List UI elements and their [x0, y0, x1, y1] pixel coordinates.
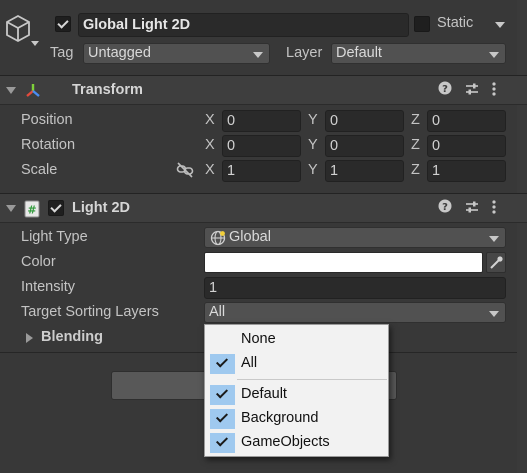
- menu-item-background[interactable]: Background: [205, 407, 388, 431]
- menu-separator: [237, 379, 387, 380]
- layer-label: Layer: [286, 45, 323, 61]
- target-sorting-layers-label: Target Sorting Layers: [21, 304, 159, 320]
- rotation-x-label[interactable]: X: [205, 137, 215, 153]
- rotation-y-field[interactable]: 0: [325, 135, 404, 157]
- script-icon: #: [24, 200, 40, 218]
- constrain-proportions-link-icon[interactable]: [176, 162, 194, 178]
- layer-value: Default: [336, 45, 382, 61]
- light-type-value: Global: [229, 229, 271, 245]
- gameobject-name-field[interactable]: Global Light 2D: [78, 13, 409, 37]
- intensity-field[interactable]: 1: [204, 277, 506, 299]
- scale-x-label[interactable]: X: [205, 162, 215, 178]
- static-label: Static: [437, 15, 474, 31]
- chevron-down-icon: [253, 52, 263, 58]
- scale-z-field[interactable]: 1: [427, 160, 506, 182]
- intensity-label: Intensity: [21, 279, 75, 295]
- menu-item-gameobjects[interactable]: GameObjects: [205, 431, 388, 455]
- icon-dropdown-chevron-icon[interactable]: [31, 41, 39, 46]
- transform-icon: [24, 82, 42, 100]
- checkmark-icon: [57, 17, 69, 29]
- kebab-menu-icon[interactable]: [491, 81, 497, 100]
- rotation-label: Rotation: [21, 137, 76, 153]
- sorting-layers-menu: None All Default Background GameObjects: [204, 324, 389, 457]
- position-y-label[interactable]: Y: [308, 112, 318, 128]
- menu-item-label: Background: [241, 410, 319, 426]
- help-icon[interactable]: ?: [438, 81, 452, 98]
- eyedropper-icon[interactable]: [486, 252, 506, 273]
- light-type-label: Light Type: [21, 229, 88, 245]
- help-icon[interactable]: ?: [438, 199, 452, 216]
- menu-checkmark-icon: [210, 433, 235, 453]
- foldout-expanded-icon[interactable]: [6, 87, 16, 94]
- gameobject-active-checkbox[interactable]: [55, 16, 71, 32]
- position-z-label[interactable]: Z: [411, 112, 420, 128]
- menu-item-label: Default: [241, 386, 287, 402]
- menu-item-all[interactable]: All: [205, 352, 388, 376]
- svg-text:?: ?: [442, 202, 448, 213]
- scale-y-label[interactable]: Y: [308, 162, 318, 178]
- position-x-field[interactable]: 0: [222, 110, 301, 132]
- chevron-down-icon: [489, 52, 499, 58]
- transform-header[interactable]: Transform ?: [0, 75, 527, 105]
- light2d-title: Light 2D: [72, 200, 130, 216]
- target-sorting-layers-dropdown[interactable]: All: [204, 302, 506, 323]
- rotation-y-label[interactable]: Y: [308, 137, 318, 153]
- tag-label: Tag: [50, 45, 74, 61]
- light2d-enabled-checkbox[interactable]: [48, 200, 64, 216]
- static-dropdown-chevron-icon[interactable]: [495, 22, 505, 28]
- chevron-down-icon: [489, 236, 499, 242]
- scale-z-label[interactable]: Z: [411, 162, 420, 178]
- scale-label: Scale: [21, 162, 58, 178]
- svg-text:?: ?: [442, 84, 448, 95]
- checkmark-icon: [50, 201, 62, 213]
- menu-item-label: All: [241, 355, 258, 371]
- menu-item-label: GameObjects: [241, 434, 330, 450]
- color-swatch[interactable]: [204, 252, 483, 273]
- position-z-field[interactable]: 0: [427, 110, 506, 132]
- menu-item-default[interactable]: Default: [205, 383, 388, 407]
- scale-x-field[interactable]: 1: [222, 160, 301, 182]
- preset-icon[interactable]: [464, 199, 480, 218]
- target-sorting-layers-value: All: [209, 304, 226, 320]
- scale-y-field[interactable]: 1: [325, 160, 404, 182]
- menu-checkmark-icon: [210, 354, 235, 374]
- color-label: Color: [21, 254, 56, 270]
- position-y-field[interactable]: 0: [325, 110, 404, 132]
- foldout-expanded-icon[interactable]: [6, 205, 16, 212]
- light2d-header[interactable]: # Light 2D ?: [0, 193, 527, 223]
- menu-checkmark-icon: [210, 385, 235, 405]
- kebab-menu-icon[interactable]: [491, 199, 497, 218]
- light-type-dropdown[interactable]: Global: [204, 227, 506, 248]
- chevron-down-icon: [489, 311, 499, 317]
- svg-text:#: #: [27, 204, 36, 217]
- tag-dropdown[interactable]: Untagged: [83, 43, 270, 64]
- tag-value: Untagged: [88, 45, 151, 61]
- static-checkbox[interactable]: [414, 16, 430, 32]
- preset-icon[interactable]: [464, 81, 480, 100]
- rotation-z-label[interactable]: Z: [411, 137, 420, 153]
- globe-icon: [210, 230, 226, 246]
- position-x-label[interactable]: X: [205, 112, 215, 128]
- inspector-scroll-edge: [517, 0, 527, 473]
- menu-item-label: None: [241, 331, 276, 347]
- rotation-x-field[interactable]: 0: [222, 135, 301, 157]
- position-label: Position: [21, 112, 73, 128]
- blending-foldout-label[interactable]: Blending: [41, 329, 103, 345]
- transform-title: Transform: [72, 82, 143, 98]
- rotation-z-field[interactable]: 0: [427, 135, 506, 157]
- menu-item-none[interactable]: None: [205, 328, 388, 352]
- gameobject-icon[interactable]: [4, 14, 32, 44]
- menu-checkmark-icon: [210, 409, 235, 429]
- blending-foldout-collapsed-icon[interactable]: [26, 333, 33, 343]
- layer-dropdown[interactable]: Default: [331, 43, 506, 64]
